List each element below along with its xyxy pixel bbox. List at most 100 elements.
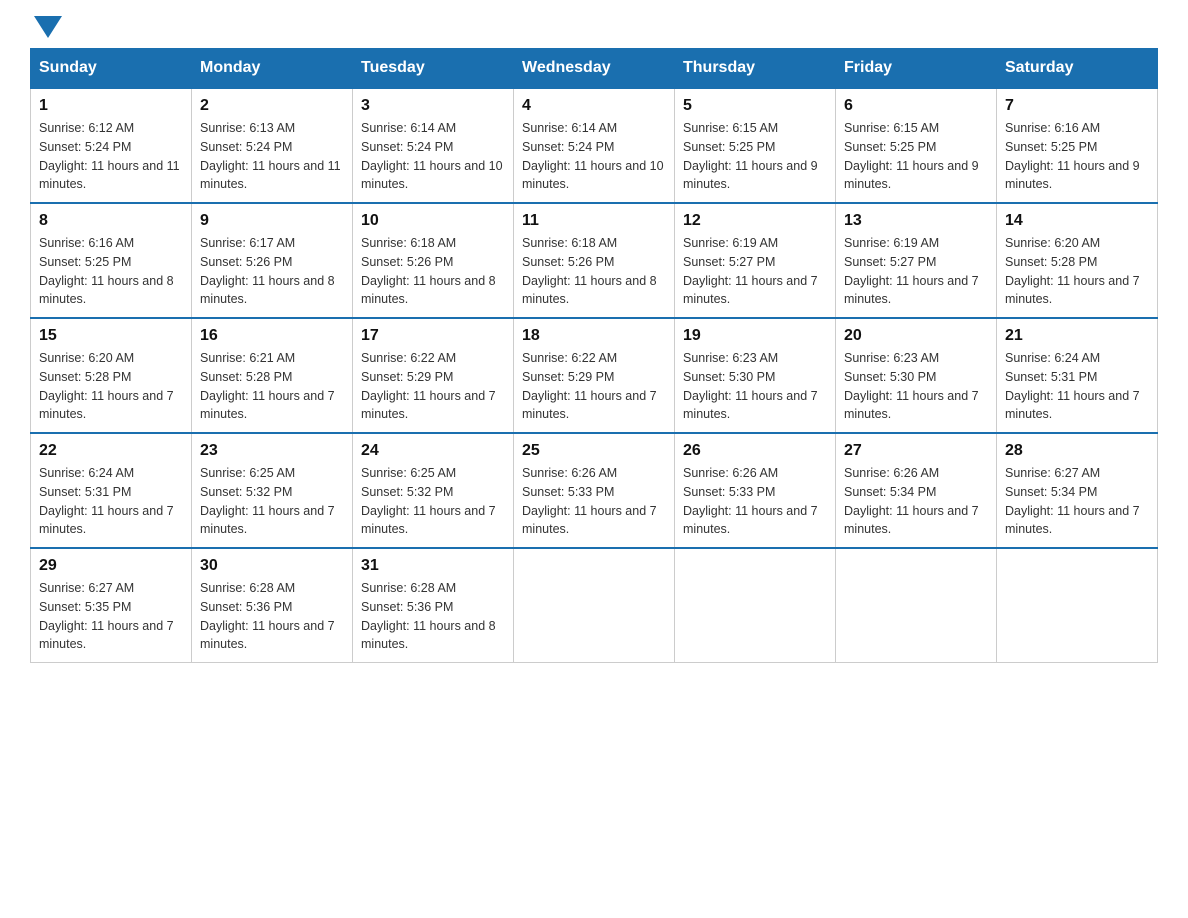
day-number: 16: [200, 327, 344, 345]
day-info: Sunrise: 6:14 AMSunset: 5:24 PMDaylight:…: [361, 119, 505, 194]
calendar-day-cell: 12 Sunrise: 6:19 AMSunset: 5:27 PMDaylig…: [675, 203, 836, 318]
calendar-day-cell: 16 Sunrise: 6:21 AMSunset: 5:28 PMDaylig…: [192, 318, 353, 433]
calendar-day-cell: [514, 548, 675, 663]
day-number: 5: [683, 97, 827, 115]
day-info: Sunrise: 6:28 AMSunset: 5:36 PMDaylight:…: [361, 579, 505, 654]
calendar-day-cell: 4 Sunrise: 6:14 AMSunset: 5:24 PMDayligh…: [514, 88, 675, 203]
day-number: 18: [522, 327, 666, 345]
day-info: Sunrise: 6:15 AMSunset: 5:25 PMDaylight:…: [683, 119, 827, 194]
day-number: 13: [844, 212, 988, 230]
day-number: 22: [39, 442, 183, 460]
day-info: Sunrise: 6:20 AMSunset: 5:28 PMDaylight:…: [1005, 234, 1149, 309]
day-info: Sunrise: 6:13 AMSunset: 5:24 PMDaylight:…: [200, 119, 344, 194]
day-info: Sunrise: 6:24 AMSunset: 5:31 PMDaylight:…: [1005, 349, 1149, 424]
calendar-week-row: 1 Sunrise: 6:12 AMSunset: 5:24 PMDayligh…: [31, 88, 1158, 203]
calendar-day-cell: 30 Sunrise: 6:28 AMSunset: 5:36 PMDaylig…: [192, 548, 353, 663]
weekday-header-thursday: Thursday: [675, 49, 836, 89]
day-info: Sunrise: 6:14 AMSunset: 5:24 PMDaylight:…: [522, 119, 666, 194]
day-number: 15: [39, 327, 183, 345]
day-number: 3: [361, 97, 505, 115]
day-number: 21: [1005, 327, 1149, 345]
calendar-week-row: 29 Sunrise: 6:27 AMSunset: 5:35 PMDaylig…: [31, 548, 1158, 663]
day-info: Sunrise: 6:22 AMSunset: 5:29 PMDaylight:…: [522, 349, 666, 424]
day-number: 8: [39, 212, 183, 230]
day-number: 25: [522, 442, 666, 460]
logo: [30, 20, 62, 38]
day-number: 7: [1005, 97, 1149, 115]
weekday-header-monday: Monday: [192, 49, 353, 89]
day-info: Sunrise: 6:16 AMSunset: 5:25 PMDaylight:…: [39, 234, 183, 309]
calendar-day-cell: 8 Sunrise: 6:16 AMSunset: 5:25 PMDayligh…: [31, 203, 192, 318]
calendar-day-cell: 17 Sunrise: 6:22 AMSunset: 5:29 PMDaylig…: [353, 318, 514, 433]
calendar-day-cell: 2 Sunrise: 6:13 AMSunset: 5:24 PMDayligh…: [192, 88, 353, 203]
day-info: Sunrise: 6:15 AMSunset: 5:25 PMDaylight:…: [844, 119, 988, 194]
calendar-day-cell: 19 Sunrise: 6:23 AMSunset: 5:30 PMDaylig…: [675, 318, 836, 433]
calendar-week-row: 22 Sunrise: 6:24 AMSunset: 5:31 PMDaylig…: [31, 433, 1158, 548]
day-info: Sunrise: 6:20 AMSunset: 5:28 PMDaylight:…: [39, 349, 183, 424]
calendar-day-cell: 3 Sunrise: 6:14 AMSunset: 5:24 PMDayligh…: [353, 88, 514, 203]
weekday-header-tuesday: Tuesday: [353, 49, 514, 89]
calendar-day-cell: 23 Sunrise: 6:25 AMSunset: 5:32 PMDaylig…: [192, 433, 353, 548]
calendar-day-cell: 25 Sunrise: 6:26 AMSunset: 5:33 PMDaylig…: [514, 433, 675, 548]
day-info: Sunrise: 6:25 AMSunset: 5:32 PMDaylight:…: [361, 464, 505, 539]
logo-triangle-icon: [34, 16, 62, 38]
calendar-day-cell: 10 Sunrise: 6:18 AMSunset: 5:26 PMDaylig…: [353, 203, 514, 318]
calendar-day-cell: 5 Sunrise: 6:15 AMSunset: 5:25 PMDayligh…: [675, 88, 836, 203]
day-info: Sunrise: 6:16 AMSunset: 5:25 PMDaylight:…: [1005, 119, 1149, 194]
weekday-header-wednesday: Wednesday: [514, 49, 675, 89]
day-info: Sunrise: 6:24 AMSunset: 5:31 PMDaylight:…: [39, 464, 183, 539]
day-info: Sunrise: 6:23 AMSunset: 5:30 PMDaylight:…: [683, 349, 827, 424]
day-number: 23: [200, 442, 344, 460]
day-info: Sunrise: 6:19 AMSunset: 5:27 PMDaylight:…: [683, 234, 827, 309]
calendar-day-cell: 29 Sunrise: 6:27 AMSunset: 5:35 PMDaylig…: [31, 548, 192, 663]
day-info: Sunrise: 6:26 AMSunset: 5:33 PMDaylight:…: [522, 464, 666, 539]
day-info: Sunrise: 6:21 AMSunset: 5:28 PMDaylight:…: [200, 349, 344, 424]
day-info: Sunrise: 6:18 AMSunset: 5:26 PMDaylight:…: [522, 234, 666, 309]
calendar-day-cell: 31 Sunrise: 6:28 AMSunset: 5:36 PMDaylig…: [353, 548, 514, 663]
calendar-day-cell: 15 Sunrise: 6:20 AMSunset: 5:28 PMDaylig…: [31, 318, 192, 433]
day-number: 1: [39, 97, 183, 115]
day-number: 4: [522, 97, 666, 115]
day-info: Sunrise: 6:23 AMSunset: 5:30 PMDaylight:…: [844, 349, 988, 424]
weekday-header-saturday: Saturday: [997, 49, 1158, 89]
calendar-day-cell: 24 Sunrise: 6:25 AMSunset: 5:32 PMDaylig…: [353, 433, 514, 548]
calendar-week-row: 8 Sunrise: 6:16 AMSunset: 5:25 PMDayligh…: [31, 203, 1158, 318]
day-info: Sunrise: 6:27 AMSunset: 5:34 PMDaylight:…: [1005, 464, 1149, 539]
calendar-day-cell: 20 Sunrise: 6:23 AMSunset: 5:30 PMDaylig…: [836, 318, 997, 433]
day-info: Sunrise: 6:27 AMSunset: 5:35 PMDaylight:…: [39, 579, 183, 654]
day-number: 14: [1005, 212, 1149, 230]
calendar-day-cell: 27 Sunrise: 6:26 AMSunset: 5:34 PMDaylig…: [836, 433, 997, 548]
day-number: 29: [39, 557, 183, 575]
day-number: 9: [200, 212, 344, 230]
page-header: [30, 20, 1158, 38]
day-number: 2: [200, 97, 344, 115]
day-number: 17: [361, 327, 505, 345]
calendar-day-cell: 13 Sunrise: 6:19 AMSunset: 5:27 PMDaylig…: [836, 203, 997, 318]
day-info: Sunrise: 6:17 AMSunset: 5:26 PMDaylight:…: [200, 234, 344, 309]
calendar-day-cell: [836, 548, 997, 663]
day-number: 12: [683, 212, 827, 230]
calendar-day-cell: 14 Sunrise: 6:20 AMSunset: 5:28 PMDaylig…: [997, 203, 1158, 318]
calendar-day-cell: 1 Sunrise: 6:12 AMSunset: 5:24 PMDayligh…: [31, 88, 192, 203]
day-info: Sunrise: 6:18 AMSunset: 5:26 PMDaylight:…: [361, 234, 505, 309]
day-number: 10: [361, 212, 505, 230]
day-number: 20: [844, 327, 988, 345]
day-info: Sunrise: 6:19 AMSunset: 5:27 PMDaylight:…: [844, 234, 988, 309]
day-number: 26: [683, 442, 827, 460]
day-number: 30: [200, 557, 344, 575]
weekday-header-sunday: Sunday: [31, 49, 192, 89]
day-info: Sunrise: 6:12 AMSunset: 5:24 PMDaylight:…: [39, 119, 183, 194]
calendar-day-cell: 7 Sunrise: 6:16 AMSunset: 5:25 PMDayligh…: [997, 88, 1158, 203]
day-number: 24: [361, 442, 505, 460]
day-info: Sunrise: 6:22 AMSunset: 5:29 PMDaylight:…: [361, 349, 505, 424]
calendar-day-cell: 18 Sunrise: 6:22 AMSunset: 5:29 PMDaylig…: [514, 318, 675, 433]
calendar-day-cell: 28 Sunrise: 6:27 AMSunset: 5:34 PMDaylig…: [997, 433, 1158, 548]
day-info: Sunrise: 6:28 AMSunset: 5:36 PMDaylight:…: [200, 579, 344, 654]
calendar-day-cell: 9 Sunrise: 6:17 AMSunset: 5:26 PMDayligh…: [192, 203, 353, 318]
day-number: 6: [844, 97, 988, 115]
calendar-header-row: SundayMondayTuesdayWednesdayThursdayFrid…: [31, 49, 1158, 89]
calendar-table: SundayMondayTuesdayWednesdayThursdayFrid…: [30, 48, 1158, 663]
calendar-day-cell: [997, 548, 1158, 663]
day-number: 31: [361, 557, 505, 575]
calendar-day-cell: 22 Sunrise: 6:24 AMSunset: 5:31 PMDaylig…: [31, 433, 192, 548]
